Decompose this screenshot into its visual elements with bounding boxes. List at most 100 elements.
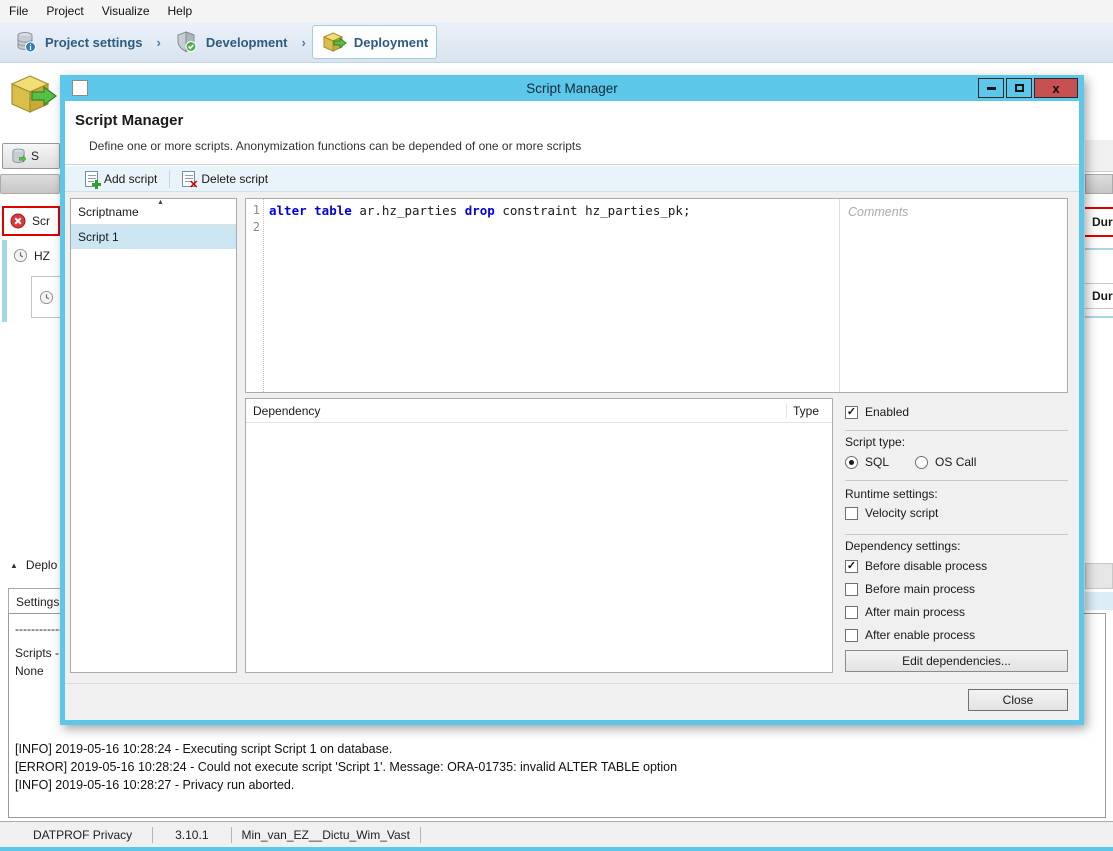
- after-main-process-label: After main process: [865, 605, 965, 619]
- before-disable-process-label: Before disable process: [865, 559, 987, 573]
- radio-os-call[interactable]: [915, 456, 928, 469]
- background-right-bar: [1085, 592, 1113, 610]
- before-disable-process-checkbox[interactable]: ✓ Before disable process: [845, 558, 987, 574]
- dialog-titlebar[interactable]: Script Manager x: [60, 75, 1084, 101]
- checkbox-unchecked-icon: [845, 507, 858, 520]
- menu-project[interactable]: Project: [37, 4, 92, 18]
- error-circle-icon: [10, 213, 26, 229]
- background-error-row[interactable]: Scr: [2, 206, 60, 236]
- dialog-footer: [65, 683, 1079, 720]
- maximize-button[interactable]: [1006, 78, 1032, 98]
- dialog-title: Script Manager: [60, 81, 1084, 96]
- statusbar-version: 3.10.1: [153, 828, 230, 842]
- log-lines: [INFO] 2019-05-16 10:28:24 - Executing s…: [15, 740, 677, 794]
- delete-script-icon: ✕: [182, 171, 195, 187]
- enabled-checkbox[interactable]: ✓ Enabled: [845, 404, 909, 420]
- menu-help[interactable]: Help: [159, 4, 202, 18]
- background-task-label: HZ: [34, 249, 50, 263]
- menu-bar: File Project Visualize Help: [0, 0, 1113, 22]
- before-main-process-checkbox[interactable]: Before main process: [845, 581, 975, 597]
- runtime-settings-label: Runtime settings:: [845, 487, 938, 501]
- script-list-row[interactable]: Script 1: [71, 225, 236, 249]
- after-enable-process-checkbox[interactable]: After enable process: [845, 627, 975, 643]
- close-button[interactable]: Close: [968, 689, 1068, 711]
- script-manager-icon: [72, 80, 88, 96]
- menu-file[interactable]: File: [0, 4, 37, 18]
- add-script-icon: [85, 171, 98, 187]
- add-script-button[interactable]: Add script: [77, 171, 165, 187]
- sql-keyword: alter table: [269, 203, 352, 218]
- breadcrumb-separator: ›: [151, 35, 167, 50]
- statusbar-project-name: Min_van_EZ__Dictu_Wim_Vast: [232, 828, 421, 842]
- breadcrumb-separator: ›: [296, 35, 312, 50]
- delete-script-label: Delete script: [201, 172, 268, 186]
- after-enable-process-label: After enable process: [865, 628, 975, 642]
- background-error-label: Scr: [32, 214, 50, 228]
- minimize-button[interactable]: [978, 78, 1004, 98]
- radio-sql[interactable]: [845, 456, 858, 469]
- breadcrumb-deployment[interactable]: Deployment: [312, 25, 437, 59]
- bottom-accent-strip: [0, 847, 1113, 851]
- checkbox-checked-icon: ✓: [845, 560, 858, 573]
- breadcrumb: i Project settings › Development ›: [0, 22, 1113, 63]
- background-right-divider: [1085, 248, 1113, 250]
- comments-input[interactable]: Comments: [839, 199, 1067, 392]
- tab-settings-label: Settings: [16, 595, 59, 609]
- statusbar-separator: [420, 827, 421, 843]
- type-column-label: Type: [786, 404, 832, 418]
- breadcrumb-label: Project settings: [45, 35, 143, 50]
- checkbox-checked-icon: ✓: [845, 406, 858, 419]
- comments-placeholder: Comments: [848, 205, 1059, 219]
- background-database-button[interactable]: S: [2, 143, 60, 169]
- divider: [845, 480, 1068, 481]
- background-toolbar-fragment: [0, 174, 60, 194]
- code-input[interactable]: alter table ar.hz_parties drop constrain…: [264, 199, 839, 392]
- minimize-icon: [987, 87, 996, 90]
- dialog-toolbar: Add script ✕ Delete script: [65, 166, 1079, 192]
- log-scripts-label: Scripts -: [15, 646, 59, 660]
- background-duration-header-2: Dur: [1085, 283, 1113, 309]
- close-window-button[interactable]: x: [1034, 78, 1078, 98]
- script-type-label: Script type:: [845, 435, 905, 449]
- menu-visualize[interactable]: Visualize: [93, 4, 159, 18]
- log-line-info-1: [INFO] 2019-05-16 10:28:24 - Executing s…: [15, 740, 677, 758]
- edit-dependencies-button[interactable]: Edit dependencies...: [845, 650, 1068, 672]
- background-deployment-section[interactable]: ▲ Deplo: [10, 558, 57, 572]
- log-scripts-value: None: [15, 664, 44, 678]
- clock-icon: [13, 248, 28, 263]
- background-right-toolbar: [1085, 140, 1113, 172]
- dialog-header: Script Manager Define one or more script…: [65, 101, 1079, 165]
- background-task-row[interactable]: HZ: [2, 240, 60, 322]
- background-right-bar: [1085, 174, 1113, 194]
- breadcrumb-development[interactable]: Development: [167, 26, 296, 58]
- script-type-radios: SQL OS Call: [845, 454, 976, 470]
- delete-script-button[interactable]: ✕ Delete script: [174, 171, 276, 187]
- status-bar: DATPROF Privacy 3.10.1 Min_van_EZ__Dictu…: [0, 822, 1113, 847]
- script-list: Scriptname ▲ Script 1: [70, 198, 237, 673]
- enabled-label: Enabled: [865, 405, 909, 419]
- database-info-icon: i: [14, 30, 38, 54]
- sql-text: constraint hz_parties_pk;: [495, 203, 691, 218]
- breadcrumb-label: Deployment: [354, 35, 428, 50]
- checkbox-unchecked-icon: [845, 606, 858, 619]
- statusbar-app-name: DATPROF Privacy: [0, 828, 152, 842]
- checkbox-unchecked-icon: [845, 629, 858, 642]
- dependency-table[interactable]: Dependency Type: [245, 398, 833, 673]
- dependency-settings-label: Dependency settings:: [845, 539, 960, 553]
- script-list-header[interactable]: Scriptname ▲: [71, 199, 236, 225]
- sql-keyword: drop: [465, 203, 495, 218]
- breadcrumb-project-settings[interactable]: i Project settings: [6, 26, 151, 58]
- after-main-process-checkbox[interactable]: After main process: [845, 604, 965, 620]
- line-number: 1: [246, 202, 263, 219]
- log-line-error: [ERROR] 2019-05-16 10:28:24 - Could not …: [15, 758, 677, 776]
- checkbox-unchecked-icon: [845, 583, 858, 596]
- tab-settings[interactable]: Settings: [8, 588, 62, 614]
- line-number: 2: [246, 219, 263, 236]
- script-editor: 1 2 alter table ar.hz_parties drop const…: [245, 198, 1068, 393]
- script-manager-dialog: Script Manager x Script Manager Define o…: [60, 75, 1084, 725]
- dialog-body: Script Manager Define one or more script…: [65, 101, 1079, 720]
- clock-icon: [39, 290, 54, 305]
- package-arrow-icon: [321, 30, 347, 54]
- velocity-script-checkbox[interactable]: Velocity script: [845, 505, 938, 521]
- toolbar-separator: [169, 170, 170, 188]
